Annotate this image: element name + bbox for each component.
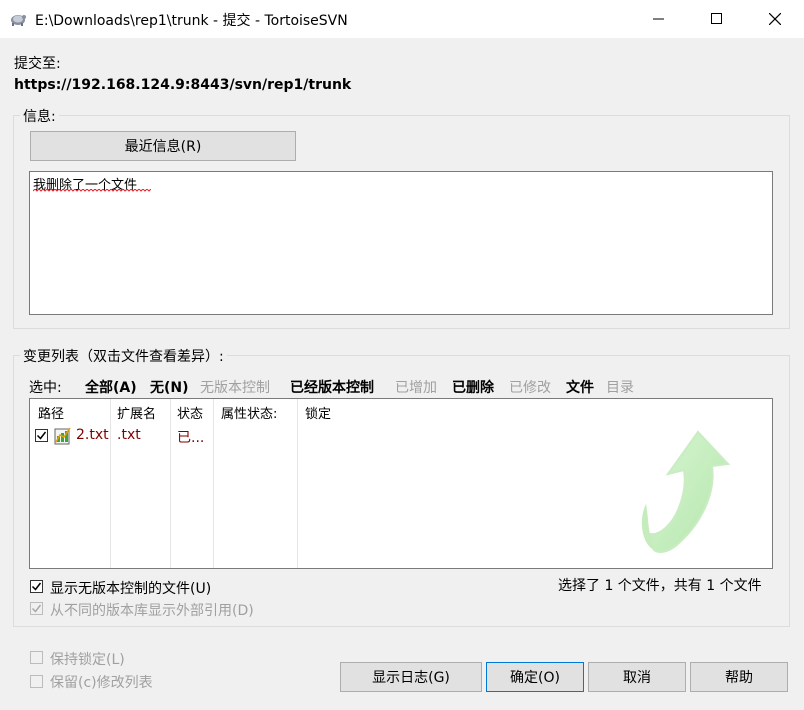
title-bar: E:\Downloads\rep1\trunk - 提交 - TortoiseS… xyxy=(0,0,804,38)
maximize-icon xyxy=(711,13,722,24)
column-header-path[interactable]: 路径 xyxy=(38,403,64,422)
row-checkbox[interactable] xyxy=(35,429,48,442)
commit-to-label: 提交至: xyxy=(14,56,61,72)
filter-files[interactable]: 文件 xyxy=(566,377,594,397)
checkmark-icon xyxy=(36,431,47,440)
show-unversioned-label[interactable]: 显示无版本控制的文件(U) xyxy=(50,578,211,598)
filter-deleted[interactable]: 已删除 xyxy=(452,377,494,397)
checkmark-icon xyxy=(31,582,42,591)
tortoise-icon xyxy=(11,15,26,26)
close-icon xyxy=(769,13,781,25)
select-label: 选中: xyxy=(29,380,62,396)
help-button[interactable]: 帮助 xyxy=(690,662,788,692)
row-path: 2.txt xyxy=(76,427,109,443)
modified-file-icon xyxy=(54,427,71,445)
commit-url: https://192.168.124.9:8443/svn/rep1/trun… xyxy=(14,77,352,93)
close-button[interactable] xyxy=(746,0,804,38)
maximize-button[interactable] xyxy=(688,0,746,38)
selection-summary: 选择了 1 个文件，共有 1 个文件 xyxy=(558,578,762,594)
checkmark-icon xyxy=(31,604,42,613)
row-extension: .txt xyxy=(117,427,141,443)
column-header-extension[interactable]: 扩展名 xyxy=(117,403,156,422)
filter-modified: 已修改 xyxy=(509,380,551,396)
show-externals-label: 从不同的版本库显示外部引用(D) xyxy=(50,603,254,619)
minimize-button[interactable] xyxy=(630,0,688,38)
column-header-status[interactable]: 状态 xyxy=(177,403,203,422)
changes-list[interactable]: 路径 扩展名 状态 属性状态: 锁定 2.txt .txt 已... xyxy=(29,398,773,569)
filter-added: 已增加 xyxy=(395,380,437,396)
filter-none[interactable]: 无(N) xyxy=(150,377,189,397)
filter-folders: 目录 xyxy=(606,380,634,396)
commit-message-input[interactable]: 我删除了一个文件 xyxy=(29,171,773,315)
changes-group-label: 变更列表（双击文件查看差异）: xyxy=(20,346,227,366)
recent-messages-button[interactable]: 最近信息(R) xyxy=(30,131,296,161)
row-status: 已... xyxy=(177,430,205,446)
show-unversioned-checkbox[interactable] xyxy=(30,580,43,593)
keep-changelists-checkbox xyxy=(30,675,43,688)
column-header-prop-status[interactable]: 属性状态: xyxy=(221,403,277,422)
keep-locks-label: 保持锁定(L) xyxy=(50,652,125,668)
keep-changelists-label: 保留(c)修改列表 xyxy=(50,675,153,691)
show-log-button[interactable]: 显示日志(G) xyxy=(340,662,482,692)
keep-locks-checkbox xyxy=(30,651,43,664)
table-row[interactable]: 2.txt .txt 已... xyxy=(30,425,430,446)
show-externals-checkbox xyxy=(30,602,43,615)
filter-unversioned: 无版本控制 xyxy=(200,380,270,396)
minimize-icon xyxy=(653,18,664,20)
filter-all[interactable]: 全部(A) xyxy=(85,377,137,397)
spellcheck-underline xyxy=(33,189,151,192)
commit-watermark-icon xyxy=(641,430,730,553)
window-title: E:\Downloads\rep1\trunk - 提交 - TortoiseS… xyxy=(35,13,348,29)
column-header-lock[interactable]: 锁定 xyxy=(305,403,331,422)
cancel-button[interactable]: 取消 xyxy=(588,662,686,692)
ok-button[interactable]: 确定(O) xyxy=(486,662,584,692)
message-group-label: 信息: xyxy=(20,106,59,126)
filter-versioned[interactable]: 已经版本控制 xyxy=(290,377,374,397)
